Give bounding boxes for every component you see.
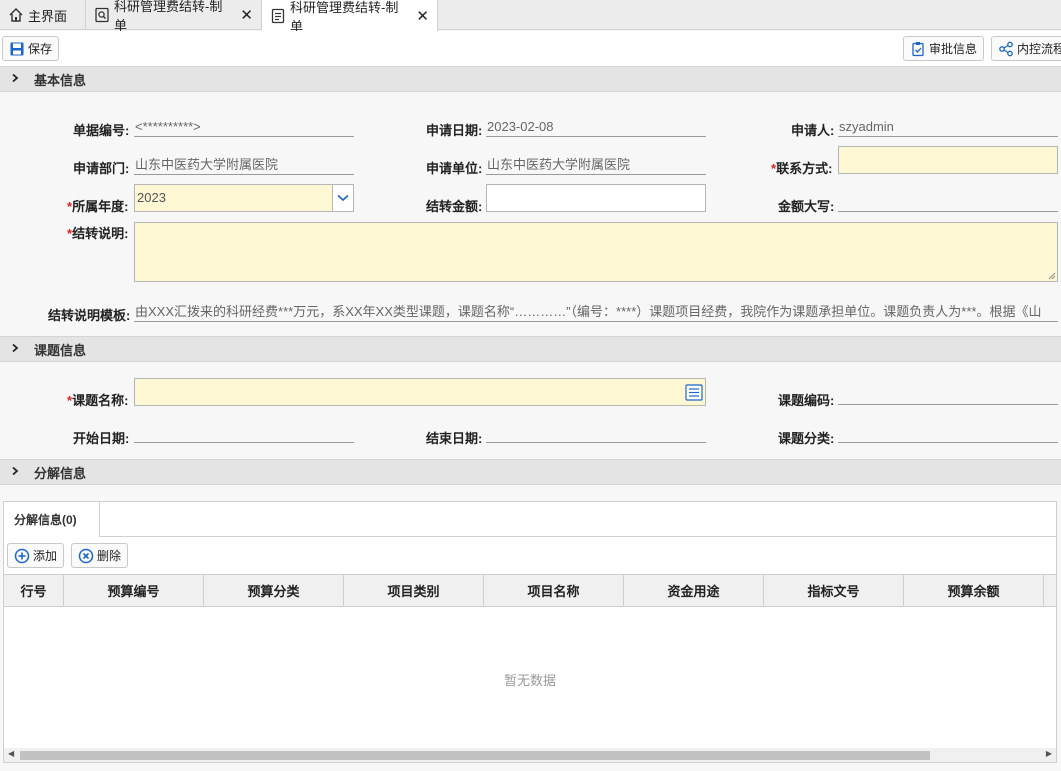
close-icon[interactable]: ✕	[416, 7, 429, 25]
tab-home[interactable]: 主界面	[0, 0, 86, 30]
tab-bar: 主界面 科研管理费结转-制单 ✕ 科研管理费结转-制单 ✕	[0, 0, 1061, 34]
chevron-down-icon[interactable]	[332, 185, 353, 211]
tab-label: 主界面	[28, 8, 68, 24]
tab-label: 科研管理费结转-制单	[114, 0, 223, 33]
split-info-panel: 分解信息(0) 添加 删除 行号 预算编号 预算分类 项目类别 项目名称 资金用…	[3, 501, 1057, 763]
chevron-right-icon	[10, 342, 26, 356]
project-category-value	[838, 425, 1058, 443]
unit-label: 申请单位:	[426, 161, 483, 176]
tab-research-fee-1[interactable]: 科研管理费结转-制单 ✕	[86, 0, 262, 33]
column-header[interactable]: 预算余额	[904, 575, 1044, 606]
column-header[interactable]: 资金用途	[624, 575, 764, 606]
contact-input[interactable]	[838, 146, 1058, 174]
project-code-label: 课题编码:	[778, 393, 835, 408]
amount-upper-label: 金额大写:	[778, 199, 835, 214]
template-label: 结转说明模板:	[48, 308, 131, 323]
tab-split-info[interactable]: 分解信息(0)	[4, 502, 100, 537]
chevron-right-icon	[10, 465, 26, 479]
scroll-left-icon[interactable]: ◀	[8, 749, 14, 758]
section-project-info[interactable]: 课题信息	[0, 336, 1061, 362]
internal-control-workflow-button[interactable]: 内控流程	[991, 36, 1061, 61]
amount-upper-value	[838, 194, 1058, 212]
project-name-input[interactable]	[134, 378, 706, 406]
end-date-label: 结束日期:	[426, 431, 483, 446]
delete-button[interactable]: 删除	[71, 543, 129, 568]
approval-info-button[interactable]: 审批信息	[903, 36, 985, 61]
start-date-label: 开始日期:	[73, 431, 130, 446]
add-button[interactable]: 添加	[7, 543, 65, 568]
horizontal-scrollbar[interactable]: ◀ ▶	[4, 748, 1056, 762]
scrollbar-thumb[interactable]	[20, 751, 930, 760]
doc-no-value: <**********>	[134, 119, 354, 137]
template-value: 由XXX汇拨来的科研经费***万元，系XX年XX类型课题，课题名称“…………”（…	[134, 304, 1058, 322]
doc-no-label: 单据编号:	[73, 123, 130, 138]
year-label: *所属年度:	[67, 199, 129, 214]
search-doc-icon	[94, 7, 110, 23]
close-icon[interactable]: ✕	[240, 6, 253, 24]
column-header[interactable]: 项目名称	[484, 575, 624, 606]
desc-textarea[interactable]	[134, 222, 1058, 282]
applicant-value: szyadmin	[838, 119, 1058, 137]
project-category-label: 课题分类:	[778, 431, 835, 446]
save-icon	[9, 41, 25, 57]
year-value: 2023	[137, 190, 166, 205]
list-picker-icon[interactable]	[685, 384, 703, 401]
grid-header: 行号 预算编号 预算分类 项目类别 项目名称 资金用途 指标文号 预算余额	[4, 574, 1056, 607]
workflow-icon	[998, 41, 1014, 57]
project-name-label: *课题名称:	[67, 393, 129, 408]
project-code-value	[838, 387, 1058, 405]
start-date-value	[134, 425, 354, 443]
apply-date-value: 2023-02-08	[486, 119, 706, 137]
column-header[interactable]: 项目类别	[344, 575, 484, 606]
contact-label: *联系方式:	[771, 161, 833, 176]
unit-value: 山东中医药大学附属医院	[486, 157, 706, 175]
x-circle-icon	[78, 548, 94, 564]
dept-label: 申请部门:	[73, 161, 130, 176]
amount-input[interactable]	[486, 184, 706, 212]
column-header[interactable]: 指标文号	[764, 575, 904, 606]
column-header[interactable]: 预算编号	[64, 575, 204, 606]
chevron-right-icon	[10, 72, 26, 86]
dept-value: 山东中医药大学附属医院	[134, 157, 354, 175]
year-select[interactable]: 2023	[134, 184, 354, 212]
end-date-value	[486, 425, 706, 443]
resize-handle-icon[interactable]	[1048, 272, 1056, 280]
home-icon	[8, 7, 24, 23]
tab-research-fee-2[interactable]: 科研管理费结转-制单 ✕	[262, 0, 438, 34]
scroll-right-icon[interactable]: ▶	[1046, 749, 1052, 758]
tab-label: 科研管理费结转-制单	[290, 0, 399, 34]
column-header[interactable]: 行号	[4, 575, 64, 606]
desc-label: *结转说明:	[67, 226, 129, 241]
clipboard-icon	[910, 41, 926, 57]
document-icon	[270, 8, 286, 24]
amount-label: 结转金额:	[426, 199, 483, 214]
empty-message: 暂无数据	[503, 673, 556, 688]
applicant-label: 申请人:	[791, 123, 835, 138]
plus-circle-icon	[14, 548, 30, 564]
apply-date-label: 申请日期:	[426, 123, 483, 138]
save-button[interactable]: 保存	[2, 36, 60, 61]
section-split-info[interactable]: 分解信息	[0, 459, 1061, 485]
section-basic-info[interactable]: 基本信息	[0, 66, 1061, 92]
toolbar: 保存 审批信息 内控流程	[0, 31, 1061, 66]
column-header[interactable]: 预算分类	[204, 575, 344, 606]
